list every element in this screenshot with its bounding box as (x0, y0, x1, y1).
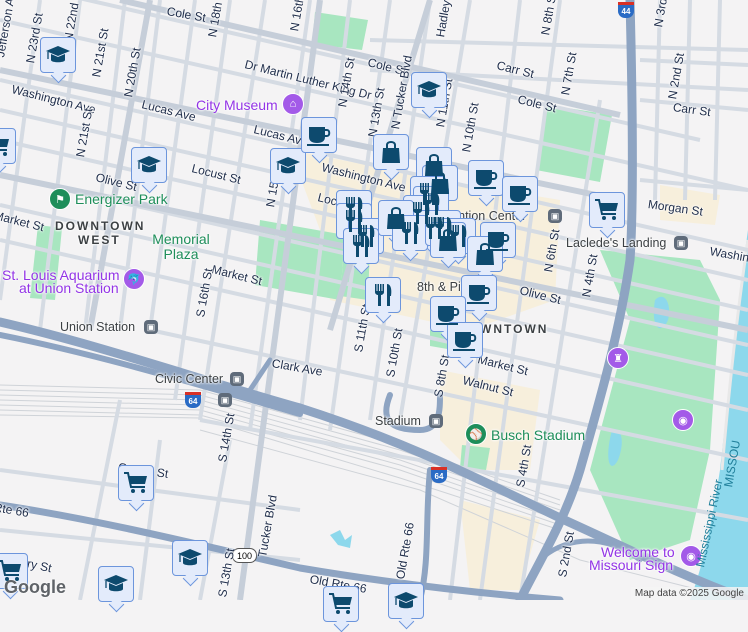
school-icon (137, 156, 161, 173)
school-icon (104, 575, 128, 592)
shopping-bag-icon (382, 141, 400, 163)
shopping-cart-icon (124, 472, 147, 493)
transit-icon[interactable]: ▣ (674, 236, 688, 250)
restaurant-marker[interactable] (392, 215, 428, 251)
school-marker[interactable] (172, 540, 208, 576)
highway-ramp (417, 467, 433, 600)
shopping-cart-marker[interactable] (0, 128, 16, 164)
coffee-icon (474, 170, 498, 189)
shopping-cart-marker[interactable] (118, 465, 154, 501)
camera-icon[interactable]: ◉ (672, 409, 694, 431)
shopping-bag-marker[interactable] (373, 134, 409, 170)
school-icon (46, 46, 70, 63)
school-icon (394, 592, 418, 609)
shopping-cart-icon (595, 199, 618, 220)
civic-center-label: Civic Center (155, 372, 224, 386)
city-museum-label: City Museum (196, 97, 278, 113)
shopping-cart-marker[interactable] (589, 192, 625, 228)
transit-icon[interactable]: ▣ (230, 372, 244, 386)
coffee-marker[interactable] (502, 176, 538, 212)
coffee-marker[interactable] (447, 322, 483, 358)
interstate-64-shield: 64 (185, 392, 201, 408)
school-marker[interactable] (40, 37, 76, 73)
coffee-icon (436, 306, 460, 325)
energizer-park-label: Energizer Park (75, 191, 168, 207)
transit-icon[interactable]: ▣ (548, 209, 562, 223)
restaurant-icon (402, 222, 419, 244)
shopping-cart-icon (0, 560, 21, 581)
restaurant-icon (353, 235, 370, 257)
school-marker[interactable] (270, 148, 306, 184)
aquarium-line2-label: at Union Station (19, 280, 119, 296)
restaurant-marker[interactable] (365, 277, 401, 313)
welcome-line2-label: Missouri Sign (589, 557, 674, 573)
shopping-bag-icon (439, 229, 457, 251)
coffee-marker[interactable] (461, 275, 497, 311)
school-marker[interactable] (131, 147, 167, 183)
stadium-park-icon[interactable]: ⚑ (49, 188, 71, 210)
school-icon (276, 157, 300, 174)
school-icon (178, 549, 202, 566)
lacledes-landing-label: Laclede's Landing (566, 236, 667, 250)
coffee-marker[interactable] (468, 160, 504, 196)
shopping-bag-icon (476, 243, 494, 265)
transit-icon[interactable]: ▣ (429, 414, 443, 428)
coffee-icon (307, 127, 331, 146)
interstate-64-shield: 64 (431, 467, 447, 483)
shopping-cart-icon (0, 139, 9, 156)
coffee-icon (467, 285, 491, 304)
map-attribution[interactable]: Map data ©2025 Google (630, 587, 748, 600)
downtown-west-2-label: WEST (78, 233, 121, 247)
interstate-64-frontage (0, 332, 303, 417)
shopping-bag-marker[interactable] (467, 236, 503, 272)
transit-icon[interactable]: ▣ (144, 320, 158, 334)
stadium-label: Stadium (375, 414, 421, 428)
restaurant-icon (375, 284, 392, 306)
school-icon (417, 81, 441, 98)
restaurant-marker[interactable] (343, 228, 379, 264)
stadium-icon[interactable]: ⚾ (465, 423, 487, 445)
transit-icon[interactable]: ▣ (218, 393, 232, 407)
coffee-icon (508, 186, 532, 205)
shopping-cart-marker[interactable] (323, 586, 359, 622)
museum-icon[interactable]: ⌂ (282, 93, 304, 115)
shopping-bag-marker[interactable] (430, 222, 466, 258)
school-marker[interactable] (411, 72, 447, 108)
memorial-plaza-label: Memorial Plaza (152, 231, 210, 262)
downtown-west-1-label: DOWNTOWN (55, 219, 146, 233)
school-marker[interactable] (388, 583, 424, 619)
aquarium-icon[interactable]: 🐬 (123, 268, 145, 290)
monument-icon[interactable]: ♜ (607, 347, 629, 369)
interstate-44-shield: 44 (618, 2, 634, 18)
coffee-icon (453, 332, 477, 351)
union-station-label: Union Station (60, 320, 136, 334)
school-marker[interactable] (98, 566, 134, 602)
shopping-cart-icon (329, 593, 352, 614)
busch-stadium-label: Busch Stadium (491, 427, 586, 443)
coffee-marker[interactable] (301, 117, 337, 153)
